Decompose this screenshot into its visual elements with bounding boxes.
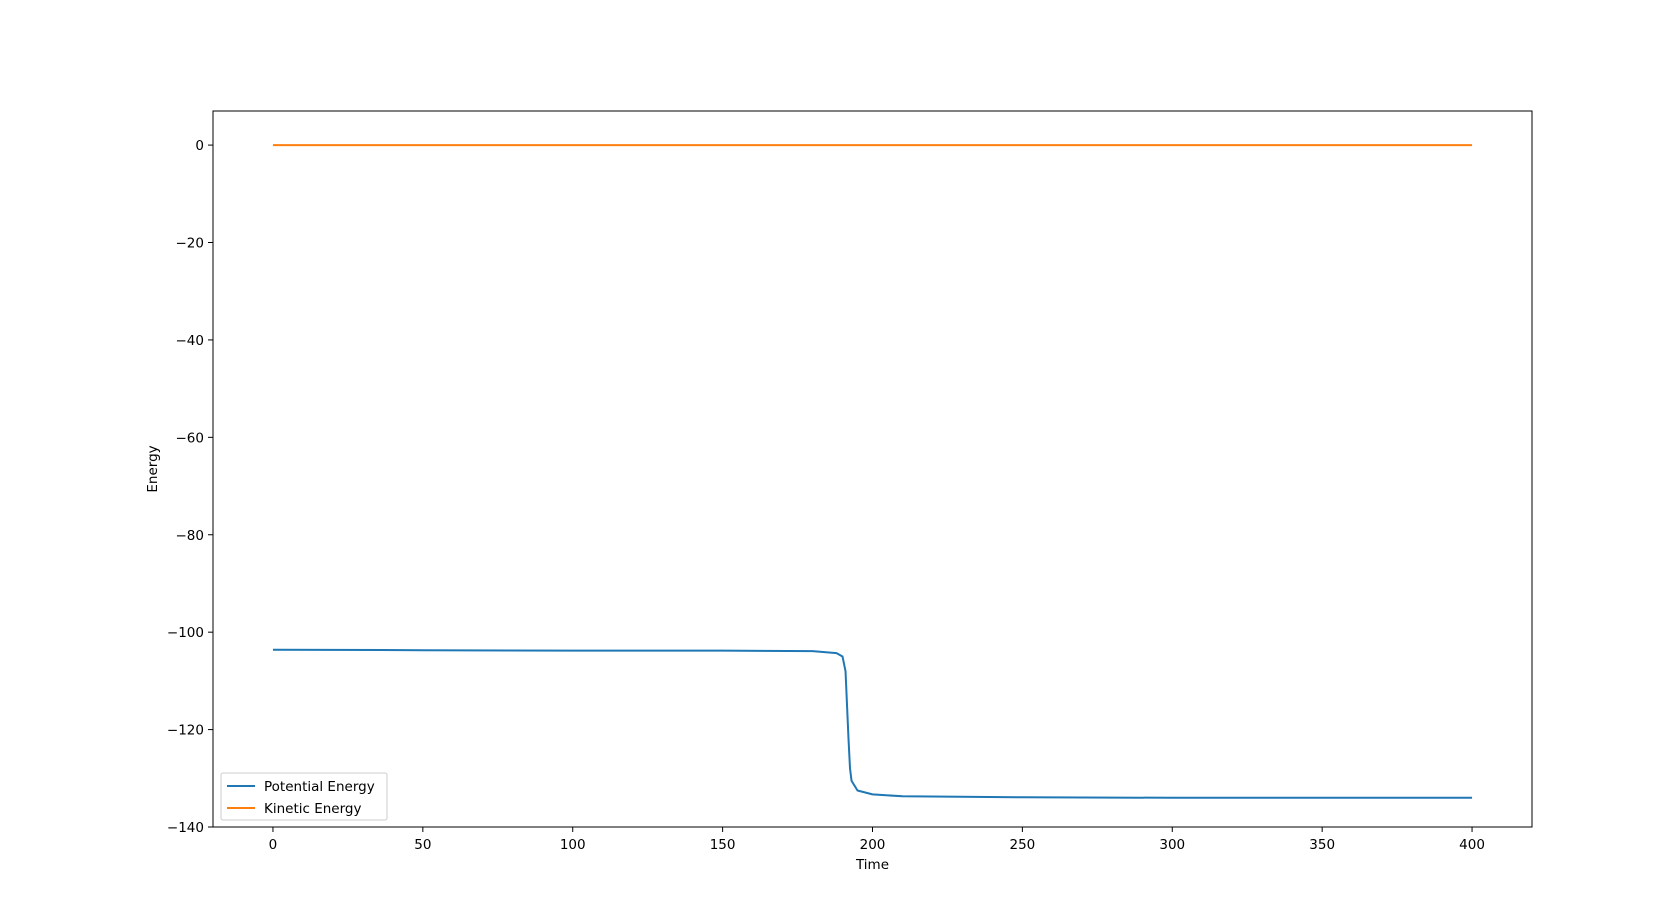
x-tick-label: 400 bbox=[1459, 837, 1485, 853]
y-tick-label: −40 bbox=[176, 333, 205, 349]
legend: Potential Energy Kinetic Energy bbox=[220, 772, 388, 821]
plot-area bbox=[272, 144, 1473, 799]
x-tick-label: 100 bbox=[560, 837, 586, 853]
y-tick-label: 0 bbox=[195, 138, 204, 154]
y-tick-label: −60 bbox=[176, 430, 205, 446]
x-tick-label: 0 bbox=[269, 837, 278, 853]
series-line-potential-energy bbox=[272, 648, 1473, 799]
legend-label-kinetic-energy: Kinetic Energy bbox=[264, 801, 362, 817]
x-tick-label: 200 bbox=[860, 837, 886, 853]
x-tick-label: 50 bbox=[414, 837, 431, 853]
x-tick-label: 150 bbox=[710, 837, 736, 853]
x-axis-label: Time bbox=[855, 857, 889, 873]
y-tick-label: −120 bbox=[167, 723, 204, 739]
x-tick-label: 300 bbox=[1159, 837, 1185, 853]
y-tick-label: −80 bbox=[176, 528, 205, 544]
y-tick-label: −140 bbox=[167, 820, 204, 836]
energy-line-chart: 0 50 100 150 200 250 300 350 400 0 −20 −40 −60 −80 −10… bbox=[145, 110, 1533, 873]
y-axis-label: Energy bbox=[145, 445, 161, 492]
x-tick-label: 350 bbox=[1309, 837, 1335, 853]
x-tick-label: 250 bbox=[1009, 837, 1035, 853]
y-tick-label: −20 bbox=[176, 236, 205, 252]
legend-label-potential-energy: Potential Energy bbox=[264, 779, 375, 795]
y-tick-label: −100 bbox=[167, 625, 204, 641]
plot-frame bbox=[212, 110, 1533, 828]
